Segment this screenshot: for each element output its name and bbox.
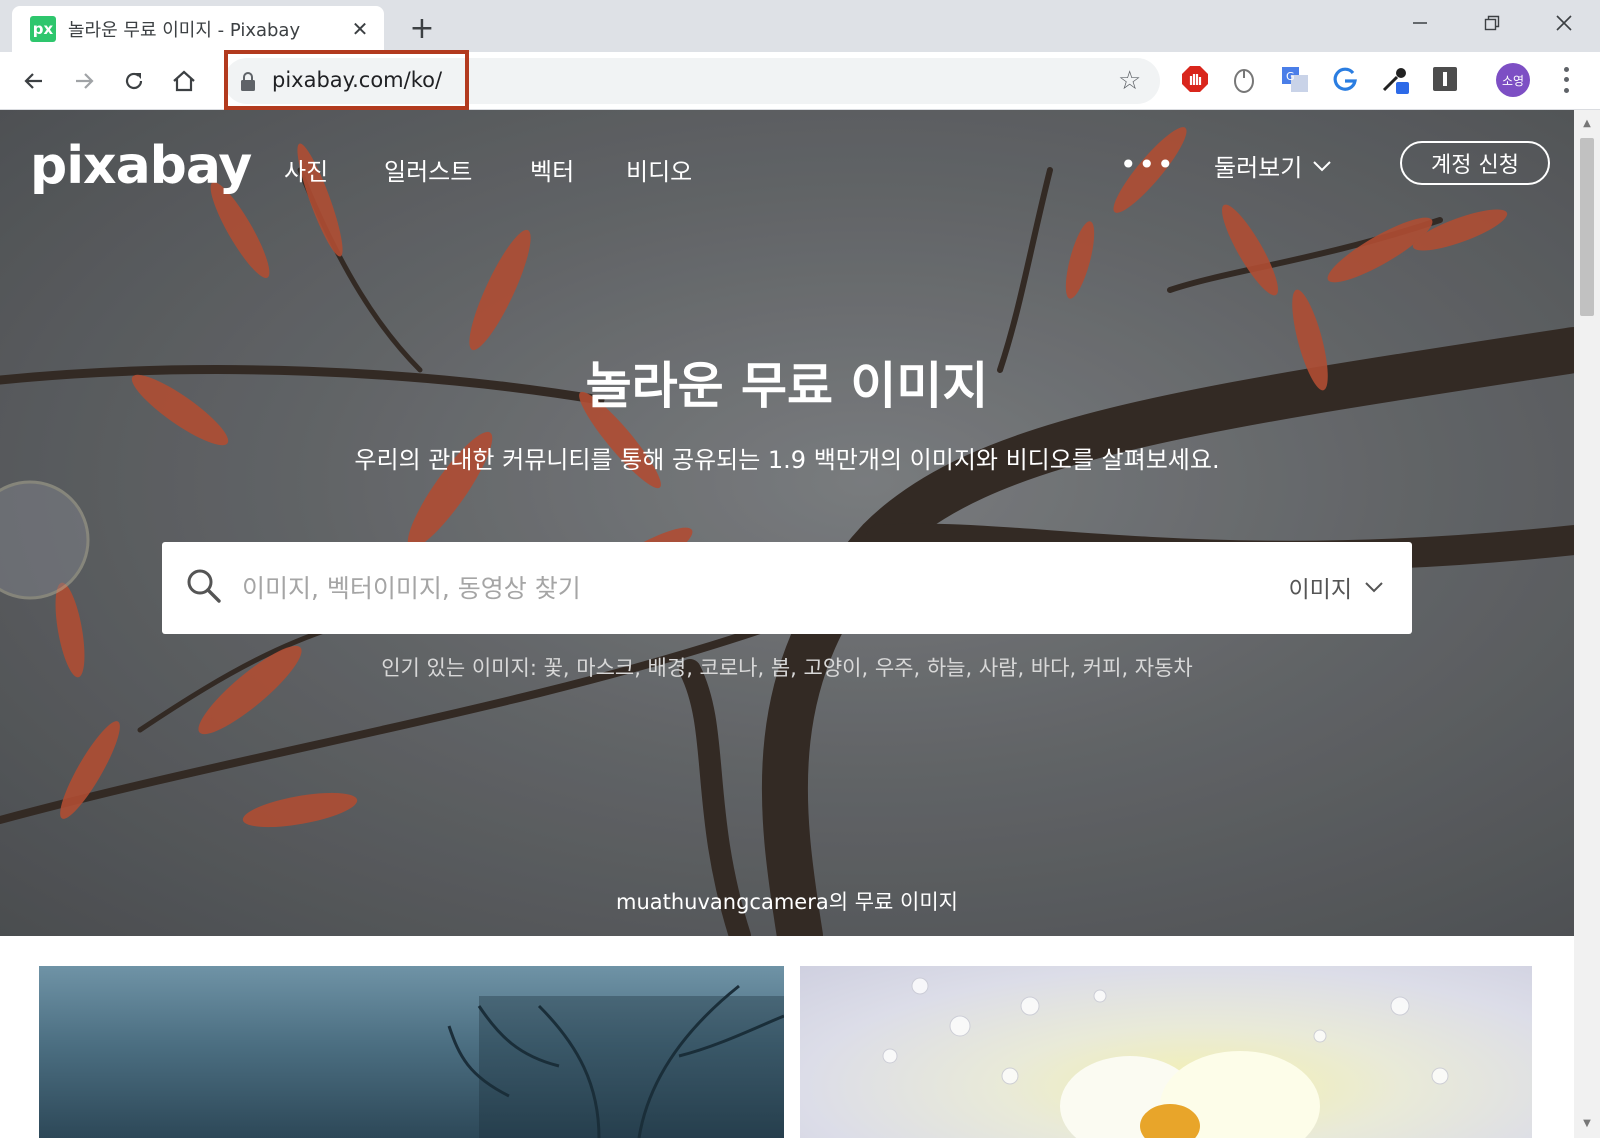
mouse-extension-icon[interactable]: [1230, 64, 1260, 94]
adblock-extension-icon[interactable]: [1180, 64, 1210, 94]
info-extension-icon[interactable]: [1430, 64, 1460, 94]
profile-avatar[interactable]: 소영: [1496, 63, 1530, 97]
explore-label: 둘러보기: [1214, 154, 1303, 182]
pixabay-logo[interactable]: pixabay: [30, 136, 252, 196]
gallery-image-flower[interactable]: [800, 966, 1532, 1138]
tab-title: 놀라운 무료 이미지 - Pixabay: [68, 20, 301, 41]
image-credit[interactable]: muathuvangcamera의 무료 이미지: [0, 886, 1574, 916]
home-button[interactable]: [164, 61, 204, 101]
tab-strip: px 놀라운 무료 이미지 - Pixabay ✕ +: [0, 0, 1600, 52]
chevron-down-icon: [1365, 582, 1383, 593]
close-window-button[interactable]: [1540, 0, 1588, 46]
new-tab-button[interactable]: +: [404, 10, 440, 46]
close-tab-icon[interactable]: ✕: [348, 17, 372, 41]
page-scrollbar[interactable]: ▲ ▼: [1574, 110, 1600, 1138]
eyedropper-extension-icon[interactable]: [1380, 64, 1410, 94]
svg-text:G: G: [1286, 70, 1295, 83]
signup-button[interactable]: 계정 신청: [1400, 141, 1550, 185]
browser-tab[interactable]: px 놀라운 무료 이미지 - Pixabay ✕: [12, 6, 384, 52]
pixabay-favicon-icon: px: [30, 16, 56, 42]
lock-icon[interactable]: [240, 72, 256, 96]
misty-forest-image: [447, 984, 784, 1138]
search-icon[interactable]: [186, 568, 222, 608]
hero-subtitle: 우리의 관대한 커뮤니티를 통해 공유되는 1.9 백만개의 이미지와 비디오를…: [354, 446, 1220, 474]
url-text[interactable]: pixabay.com/ko/: [272, 68, 442, 92]
hero-overlay: [0, 110, 1574, 936]
search-input[interactable]: [242, 564, 1142, 612]
popular-searches[interactable]: 인기 있는 이미지: 꽃, 마스크, 배경, 코로나, 봄, 고양이, 우주, …: [0, 652, 1574, 682]
nav-illustrations[interactable]: 일러스트: [384, 152, 472, 187]
hero-title: 놀라운 무료 이미지: [585, 357, 989, 415]
chevron-down-icon: [1313, 160, 1332, 171]
search-box: 이미지: [162, 542, 1412, 634]
grammar-extension-icon[interactable]: [1330, 64, 1360, 94]
hero-banner: pixabay 사진 일러스트 벡터 비디오 ••• 둘러보기 계정 신청 놀라…: [0, 110, 1574, 936]
scroll-down-icon[interactable]: ▼: [1580, 1116, 1594, 1130]
flower-image: [882, 977, 1449, 1138]
gallery-image-misty-forest[interactable]: [39, 966, 784, 1138]
browser-menu-icon[interactable]: [1556, 64, 1576, 96]
nav-videos[interactable]: 비디오: [626, 152, 692, 187]
nav-vectors[interactable]: 벡터: [530, 152, 574, 187]
more-menu-icon[interactable]: •••: [1120, 148, 1176, 181]
restore-button[interactable]: [1468, 0, 1516, 46]
scroll-up-icon[interactable]: ▲: [1580, 116, 1594, 130]
translate-extension-icon[interactable]: G: [1280, 64, 1310, 94]
search-type-select[interactable]: 이미지: [1289, 570, 1384, 604]
reload-button[interactable]: [114, 61, 154, 101]
minimize-button[interactable]: [1396, 0, 1444, 46]
back-button[interactable]: [14, 61, 54, 101]
bookmark-star-icon[interactable]: ☆: [1118, 66, 1141, 96]
forward-button[interactable]: [64, 61, 104, 101]
scroll-thumb[interactable]: [1580, 138, 1594, 316]
explore-dropdown[interactable]: 둘러보기: [1214, 148, 1332, 183]
nav-photos[interactable]: 사진: [284, 152, 328, 187]
search-type-label: 이미지: [1288, 577, 1352, 603]
